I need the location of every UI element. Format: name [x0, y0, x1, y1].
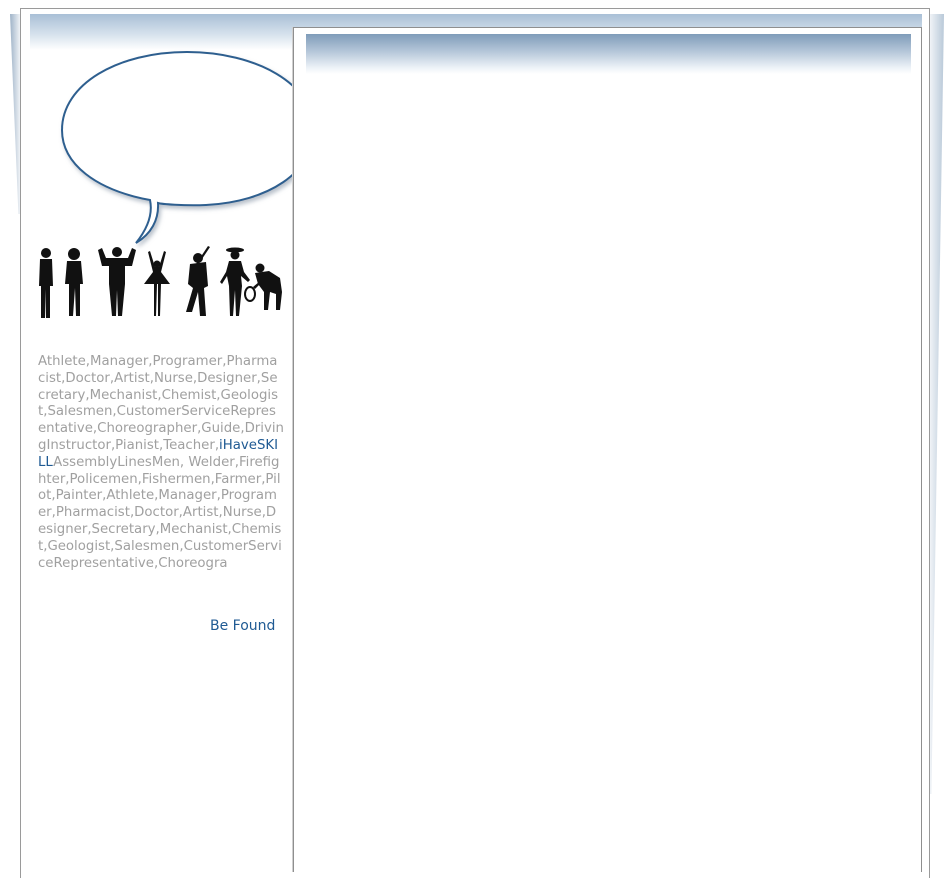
be-found-link[interactable]: Be Found — [210, 618, 275, 634]
main-content-panel — [293, 27, 922, 872]
people-silhouettes-icon — [39, 246, 282, 318]
speech-bubble-icon — [60, 50, 316, 244]
skills-text-part2: AssemblyLinesMen, Welder,Firefighter,Pol… — [38, 454, 282, 571]
content-header-band — [306, 34, 911, 74]
skills-list: Athlete,Manager,Programer,Pharmacist,Doc… — [38, 354, 284, 572]
